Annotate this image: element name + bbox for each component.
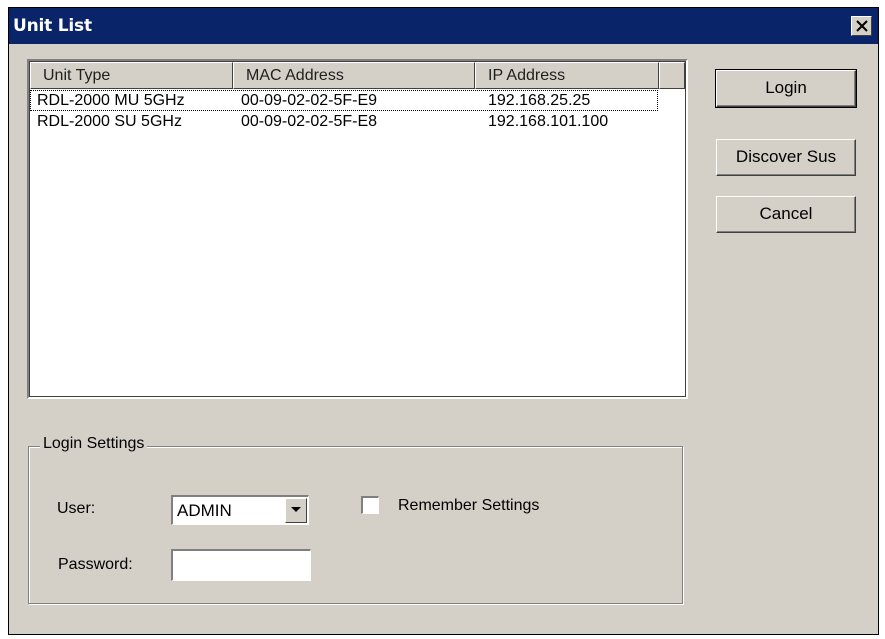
cell-ip-address: 192.168.25.25 <box>488 92 591 109</box>
list-item[interactable]: RDL-2000 SU 5GHz 00-09-02-02-5F-E8 192.1… <box>30 111 685 132</box>
column-header-unit-type[interactable]: Unit Type <box>30 62 233 89</box>
cell-mac-address: 00-09-02-02-5F-E9 <box>241 92 378 109</box>
login-button[interactable]: Login <box>715 69 857 108</box>
user-select-value: ADMIN <box>177 501 232 520</box>
cell-ip-address: 192.168.101.100 <box>488 113 609 130</box>
password-field[interactable] <box>171 549 311 581</box>
cell-unit-type: RDL-2000 MU 5GHz <box>37 92 185 109</box>
window-title: Unit List <box>13 16 92 36</box>
column-header-ip-address[interactable]: IP Address <box>475 62 659 89</box>
user-label: User: <box>57 500 96 517</box>
cell-unit-type: RDL-2000 SU 5GHz <box>37 113 182 130</box>
list-item[interactable]: RDL-2000 MU 5GHz 00-09-02-02-5F-E9 192.1… <box>30 90 658 111</box>
chevron-down-icon <box>291 507 301 512</box>
title-bar[interactable]: Unit List <box>9 8 878 44</box>
column-header-mac-address[interactable]: MAC Address <box>233 62 475 89</box>
discover-sus-button[interactable]: Discover Sus <box>716 139 856 176</box>
login-settings-group <box>28 446 683 604</box>
remember-settings-label[interactable]: Remember Settings <box>398 497 539 515</box>
unit-list-view[interactable]: Unit Type MAC Address IP Address RDL-200… <box>27 59 688 399</box>
login-settings-legend: Login Settings <box>40 435 148 453</box>
cell-mac-address: 00-09-02-02-5F-E8 <box>241 113 378 130</box>
close-button[interactable] <box>851 16 872 36</box>
close-icon <box>856 20 868 32</box>
cancel-button[interactable]: Cancel <box>716 196 856 233</box>
column-header-filler <box>659 62 685 89</box>
user-select-dropdown-button[interactable] <box>285 498 307 523</box>
user-select[interactable]: ADMIN <box>171 495 309 525</box>
remember-settings-checkbox[interactable] <box>361 496 379 514</box>
list-rows: RDL-2000 MU 5GHz 00-09-02-02-5F-E9 192.1… <box>30 90 685 132</box>
list-header: Unit Type MAC Address IP Address <box>30 62 685 89</box>
password-label: Password: <box>58 556 133 573</box>
